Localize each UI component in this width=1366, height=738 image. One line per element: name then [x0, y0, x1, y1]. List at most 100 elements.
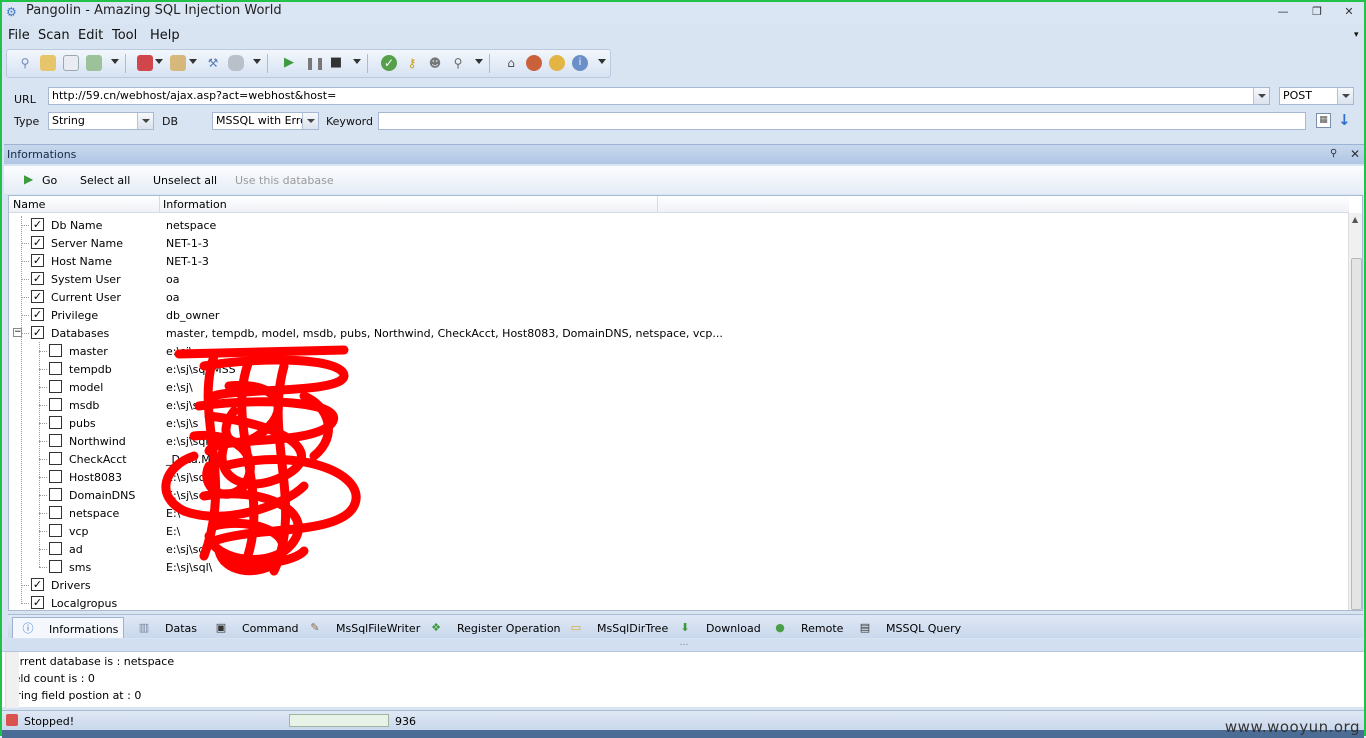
stop-icon[interactable]: ■ [328, 55, 344, 71]
key-icon[interactable]: ⚷ [404, 55, 420, 71]
tree-checkbox[interactable]: ✓ [31, 236, 44, 249]
tab-informations[interactable]: ⓘ Informations [12, 617, 124, 638]
type-select[interactable]: String [48, 112, 154, 130]
type-dropdown-icon[interactable] [137, 113, 153, 129]
dropdown-arrow-icon[interactable] [189, 59, 197, 64]
tree-row[interactable]: ✓ Server Name NET-1-3 [9, 234, 1347, 252]
bug-icon[interactable] [526, 55, 542, 71]
tree-checkbox[interactable] [49, 434, 62, 447]
search-icon[interactable]: ⚲ [17, 55, 33, 71]
go-button[interactable]: Go [42, 174, 57, 187]
pause-icon[interactable]: ❚❚ [305, 55, 325, 71]
menu-tool[interactable]: Tool [112, 28, 137, 43]
tree-checkbox[interactable]: ✓ [31, 596, 44, 609]
tree-checkbox[interactable]: ✓ [31, 218, 44, 231]
tree-checkbox[interactable]: ✓ [31, 326, 44, 339]
method-dropdown-icon[interactable] [1337, 88, 1353, 104]
tree-checkbox[interactable] [49, 452, 62, 465]
db-select[interactable]: MSSQL with Error [212, 112, 319, 130]
log-scrollbar[interactable] [5, 652, 19, 708]
tree-checkbox[interactable]: ✓ [31, 290, 44, 303]
users-icon[interactable]: ☻ [427, 55, 443, 71]
menu-edit[interactable]: Edit [78, 28, 103, 43]
menu-file[interactable]: File [8, 28, 30, 43]
tree-checkbox[interactable] [49, 344, 62, 357]
minimize-icon[interactable]: — [1274, 5, 1292, 19]
tab-download[interactable]: ⬇ Download [670, 617, 760, 638]
tree-scrollbar[interactable]: ▲ [1348, 213, 1362, 610]
column-name[interactable]: Name [13, 198, 45, 211]
scrollbar-thumb[interactable] [1351, 258, 1362, 610]
play-icon[interactable]: ▶ [281, 55, 297, 71]
tree-checkbox[interactable] [49, 416, 62, 429]
open-icon[interactable] [40, 55, 56, 71]
grid-icon[interactable]: ▦ [1316, 113, 1331, 128]
menu-scan[interactable]: Scan [38, 28, 70, 43]
tab-mssql-query[interactable]: ▤ MSSQL Query [850, 617, 961, 638]
go-play-icon[interactable]: ▶ [24, 172, 33, 186]
use-database-button[interactable]: Use this database [235, 174, 334, 187]
tree-row[interactable]: ✓ Privilege db_owner [9, 306, 1347, 324]
tree-checkbox[interactable] [49, 524, 62, 537]
splitter-handle[interactable]: … [4, 639, 1364, 651]
home-icon[interactable]: ⌂ [503, 55, 519, 71]
menu-help[interactable]: Help [150, 28, 180, 43]
tree-row[interactable]: ✓ Db Name netspace [9, 216, 1347, 234]
db-dropdown-icon[interactable] [302, 113, 318, 129]
restore-icon[interactable]: ❐ [1308, 5, 1326, 19]
tab-remote[interactable]: ● Remote [765, 617, 843, 638]
url-dropdown-icon[interactable] [1253, 88, 1269, 104]
scroll-up-icon[interactable]: ▲ [1352, 215, 1358, 224]
tab-label: MsSqlDirTree [597, 622, 669, 635]
export-icon[interactable] [86, 55, 102, 71]
tree-checkbox[interactable] [49, 362, 62, 375]
pin-icon[interactable]: ⚲ [1330, 148, 1337, 159]
tab-command[interactable]: ▣ Command [206, 617, 299, 638]
tree-checkbox[interactable]: ✓ [31, 272, 44, 285]
about-icon[interactable]: i [572, 55, 588, 71]
unselect-all-button[interactable]: Unselect all [153, 174, 217, 187]
dropdown-arrow-icon[interactable] [253, 59, 261, 64]
plugin-icon[interactable] [137, 55, 153, 71]
tree-checkbox[interactable] [49, 470, 62, 483]
tab-register-operation[interactable]: ❖ Register Operation [421, 617, 560, 638]
tree-checkbox[interactable]: ✓ [31, 578, 44, 591]
tab-datas[interactable]: ▥ Datas [129, 617, 199, 638]
dropdown-arrow-icon[interactable] [111, 59, 119, 64]
dropdown-arrow-icon[interactable] [155, 59, 163, 64]
column-information[interactable]: Information [163, 198, 227, 211]
tab-mssqldirtree[interactable]: ▭ MsSqlDirTree [561, 617, 668, 638]
tree-checkbox[interactable]: ✓ [31, 254, 44, 267]
tab-mssqlfilewriter[interactable]: ✎ MsSqlFileWriter [300, 617, 420, 638]
update-icon[interactable] [549, 55, 565, 71]
tree-row[interactable]: ✓ Current User oa [9, 288, 1347, 306]
sql-icon: ▤ [859, 621, 871, 634]
tree-row[interactable]: ✓ System User oa [9, 270, 1347, 288]
dropdown-arrow-icon[interactable] [598, 59, 606, 64]
tree-row[interactable]: ✓ Host Name NET-1-3 [9, 252, 1347, 270]
panel-close-icon[interactable]: ✕ [1350, 147, 1360, 161]
tree-checkbox[interactable] [49, 488, 62, 501]
keyword-input[interactable] [378, 112, 1306, 130]
document-icon[interactable] [63, 55, 79, 71]
check-icon[interactable]: ✓ [381, 55, 397, 71]
wrench-icon[interactable]: ⚒ [205, 55, 221, 71]
tree-checkbox[interactable] [49, 398, 62, 411]
tree-checkbox[interactable]: ✓ [31, 308, 44, 321]
tree-checkbox[interactable] [49, 542, 62, 555]
close-icon[interactable]: ✕ [1340, 5, 1358, 19]
database-icon[interactable] [228, 55, 244, 71]
tree-row[interactable]: ✓ Localgropus [9, 594, 1347, 610]
menubar-chevron-icon[interactable]: ▾ [1354, 30, 1359, 40]
tree-checkbox[interactable] [49, 380, 62, 393]
magnifier-icon[interactable]: ⚲ [450, 55, 466, 71]
dropdown-arrow-icon[interactable] [353, 59, 361, 64]
tree-checkbox[interactable] [49, 506, 62, 519]
method-select[interactable]: POST [1279, 87, 1354, 105]
tree-checkbox[interactable] [49, 560, 62, 573]
url-input[interactable]: http://59.cn/webhost/ajax.asp?act=webhos… [48, 87, 1270, 105]
select-all-button[interactable]: Select all [80, 174, 130, 187]
download-arrow-icon[interactable]: ↓ [1338, 111, 1351, 129]
dropdown-arrow-icon[interactable] [475, 59, 483, 64]
settings-icon[interactable] [170, 55, 186, 71]
